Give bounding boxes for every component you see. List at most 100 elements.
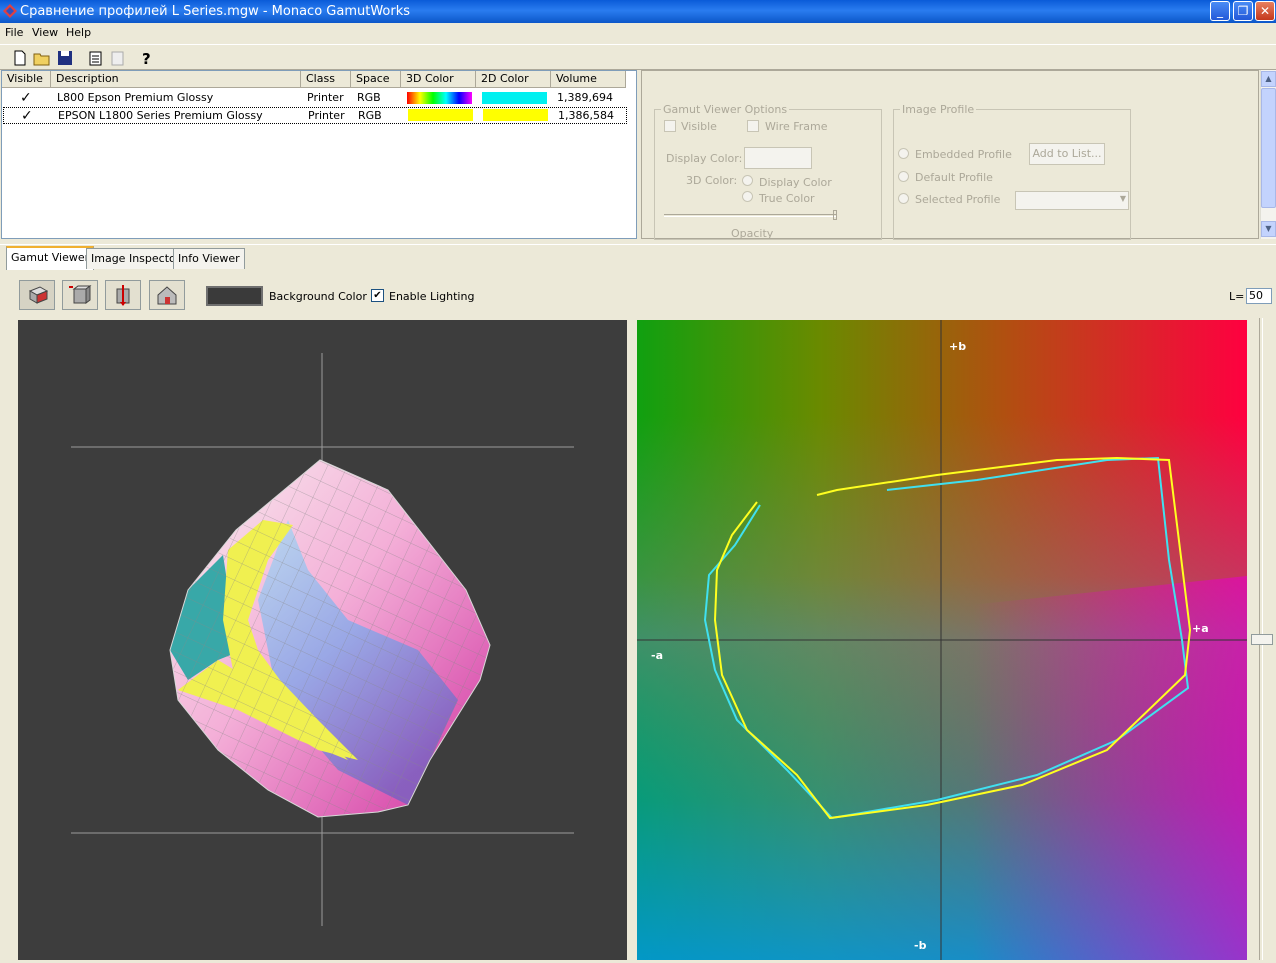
color2d-swatch[interactable]: [483, 109, 548, 121]
save-icon[interactable]: [55, 48, 75, 68]
row-description: EPSON L1800 Series Premium Glossy: [58, 109, 263, 122]
col-space[interactable]: Space: [351, 71, 401, 88]
default-profile-radio[interactable]: [898, 171, 909, 182]
menu-bar: File View Help: [0, 23, 1276, 43]
display-color-label: Display Color:: [666, 152, 743, 165]
gamut-3d-render: [71, 353, 574, 926]
opacity-label: Opacity: [731, 227, 774, 240]
help-icon[interactable]: ?: [136, 48, 156, 68]
true-color-radio-label: True Color: [759, 192, 815, 205]
scroll-up-icon[interactable]: ▲: [1261, 71, 1276, 87]
title-bar: Сравнение профилей L Series.mgw - Monaco…: [0, 0, 1276, 23]
display-color-button[interactable]: [744, 147, 812, 169]
col-description[interactable]: Description: [51, 71, 301, 88]
true-color-radio[interactable]: [742, 191, 753, 202]
selected-profile-radio[interactable]: [898, 193, 909, 204]
scroll-down-icon[interactable]: ▼: [1261, 221, 1276, 237]
display-color-radio[interactable]: [742, 175, 753, 186]
opacity-slider-thumb[interactable]: [833, 210, 837, 220]
flip-view-button[interactable]: [105, 280, 141, 310]
wireframe-checkbox[interactable]: [747, 120, 759, 132]
color3d-label: 3D Color:: [686, 174, 738, 187]
close-button[interactable]: ✕: [1255, 1, 1275, 21]
background-color-button[interactable]: [206, 286, 263, 306]
enable-lighting-checkbox[interactable]: ✔: [371, 289, 384, 302]
col-visible[interactable]: Visible: [2, 71, 51, 88]
svg-text:?: ?: [142, 50, 151, 68]
row-space: RGB: [358, 109, 382, 122]
opacity-slider[interactable]: [664, 214, 836, 217]
home-view-icon: [157, 286, 177, 305]
window-title: Сравнение профилей L Series.mgw - Monaco…: [20, 4, 411, 19]
rotate-view-button[interactable]: [19, 280, 55, 310]
gamut-outline-cyan: [703, 456, 1190, 820]
plus-a-label: +a: [1192, 622, 1209, 635]
home-view-button[interactable]: [149, 280, 185, 310]
row-class: Printer: [308, 109, 345, 122]
scroll-thumb[interactable]: [1261, 88, 1276, 208]
tab-info-viewer[interactable]: Info Viewer: [173, 248, 245, 269]
l-slider-thumb[interactable]: [1251, 634, 1273, 645]
plus-b-label: +b: [949, 340, 967, 353]
background-color-label: Background Color: [269, 290, 367, 303]
options-scrollbar[interactable]: ▲ ▼: [1260, 70, 1276, 239]
col-3d-color[interactable]: 3D Color: [401, 71, 476, 88]
selected-profile-label: Selected Profile: [915, 193, 1001, 206]
app-icon: [3, 4, 17, 18]
ab-plot: [637, 320, 1247, 960]
gamut-options-title: Gamut Viewer Options: [661, 103, 790, 116]
wireframe-label: Wire Frame: [765, 120, 828, 133]
color2d-swatch[interactable]: [482, 92, 547, 104]
add-to-list-button[interactable]: Add to List...: [1029, 143, 1105, 165]
embedded-profile-label: Embedded Profile: [915, 148, 1012, 161]
col-2d-color[interactable]: 2D Color: [476, 71, 551, 88]
remove-profile-icon[interactable]: [107, 48, 127, 68]
tab-image-inspector[interactable]: Image Inspector: [86, 248, 186, 269]
display-color-radio-label: Display Color: [759, 176, 832, 189]
minus-a-label: -a: [651, 649, 663, 662]
table-row[interactable]: ✓ EPSON L1800 Series Premium Glossy Prin…: [3, 107, 627, 124]
default-profile-label: Default Profile: [915, 171, 993, 184]
gamut-2d-view[interactable]: +b -b +a -a: [637, 320, 1247, 960]
row-description: L800 Epson Premium Glossy: [57, 91, 214, 104]
new-file-icon[interactable]: [10, 48, 30, 68]
chevron-down-icon: ▼: [1119, 194, 1126, 203]
visible-check[interactable]: ✓: [20, 90, 32, 106]
profile-list[interactable]: Visible Description Class Space 3D Color…: [1, 70, 637, 239]
open-folder-icon[interactable]: [32, 48, 52, 68]
minimize-button[interactable]: _: [1210, 1, 1230, 21]
menu-view[interactable]: View: [32, 26, 58, 39]
tab-gamut-viewer[interactable]: Gamut Viewer: [6, 246, 95, 270]
table-row[interactable]: ✓ L800 Epson Premium Glossy Printer RGB …: [2, 90, 636, 107]
gamut-outline-yellow: [713, 456, 1192, 820]
visible-check[interactable]: ✓: [21, 108, 33, 124]
rotate-view-icon: [28, 286, 49, 304]
row-volume: 1,389,694: [557, 91, 613, 104]
l-value-input[interactable]: 50: [1246, 288, 1272, 304]
cube-view-button[interactable]: [62, 280, 98, 310]
row-volume: 1,386,584: [558, 109, 614, 122]
color3d-swatch[interactable]: [408, 109, 473, 121]
menu-file[interactable]: File: [5, 26, 23, 39]
l-value-label: L=: [1229, 290, 1245, 303]
visible-label: Visible: [681, 120, 717, 133]
gamut-3d-view[interactable]: [18, 320, 627, 960]
image-profile-title: Image Profile: [900, 103, 977, 116]
color3d-swatch[interactable]: [407, 92, 472, 104]
gamut-wireframe: [169, 459, 491, 818]
menu-help[interactable]: Help: [66, 26, 91, 39]
main-toolbar: ?: [0, 44, 1276, 70]
cube-view-icon: [69, 285, 92, 304]
restore-button[interactable]: ❐: [1233, 1, 1253, 21]
row-space: RGB: [357, 91, 381, 104]
embedded-profile-radio[interactable]: [898, 148, 909, 159]
flip-view-icon: [116, 285, 130, 306]
row-class: Printer: [307, 91, 344, 104]
col-class[interactable]: Class: [301, 71, 351, 88]
minus-b-label: -b: [914, 939, 927, 952]
add-profile-icon[interactable]: [85, 48, 105, 68]
selected-profile-dropdown[interactable]: ▼: [1015, 191, 1129, 210]
col-volume[interactable]: Volume: [551, 71, 626, 88]
options-panel: Gamut Viewer Options Visible Wire Frame …: [641, 70, 1259, 240]
visible-checkbox[interactable]: [664, 120, 676, 132]
